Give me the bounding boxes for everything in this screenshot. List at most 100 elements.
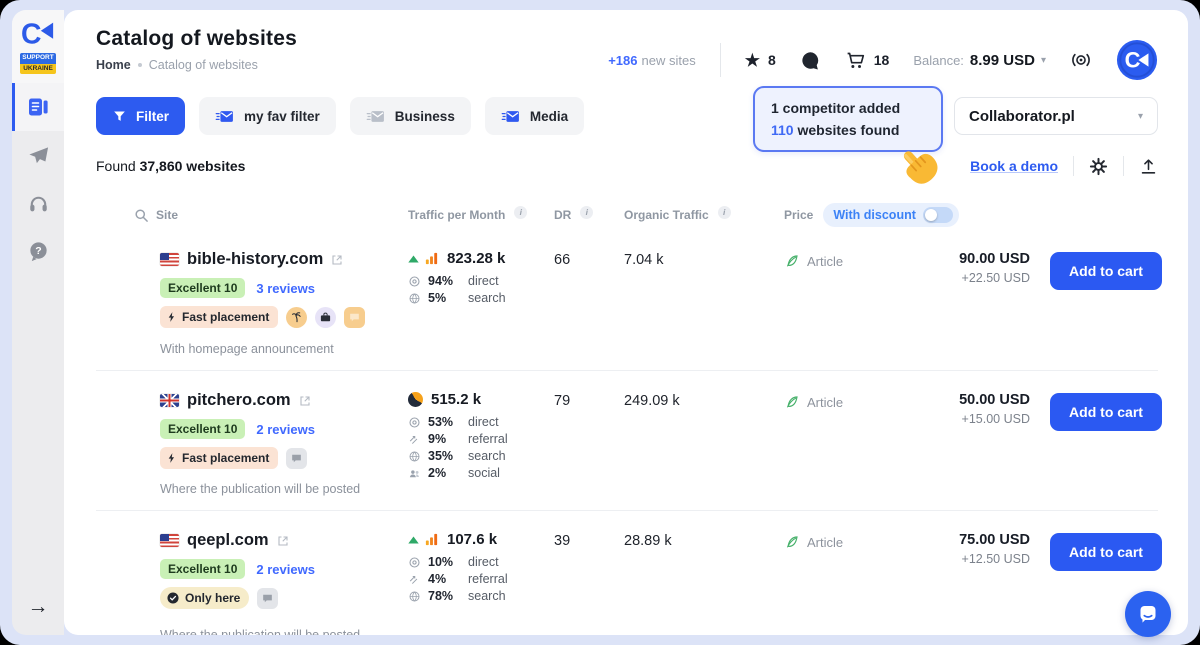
channel-pct: 53% (428, 415, 461, 429)
settings-button[interactable] (1089, 157, 1108, 176)
sidebar-item-catalog[interactable] (12, 83, 64, 131)
add-to-cart-button[interactable]: Add to cart (1050, 393, 1162, 431)
column-header-dr[interactable]: DR (554, 208, 571, 222)
sidebar-item-help[interactable]: ? (12, 227, 64, 275)
sidebar: C SUPPORTUKRAINE (12, 10, 64, 635)
content-type-label: Article (807, 535, 843, 550)
info-icon[interactable]: i (514, 206, 527, 219)
reviews-link[interactable]: 3 reviews (256, 281, 315, 296)
add-to-cart-button[interactable]: Add to cart (1050, 533, 1162, 571)
direct-channel-icon (408, 556, 421, 569)
export-button[interactable] (1139, 157, 1158, 176)
cart-button[interactable]: 18 (845, 50, 890, 71)
palm-tree-icon[interactable] (286, 307, 307, 328)
gb-flag-icon (160, 394, 179, 407)
intercom-chat-button[interactable] (1125, 591, 1171, 637)
sidebar-logo-block[interactable]: C SUPPORTUKRAINE (12, 10, 64, 83)
traffic-cell: 823.28 k 94% direct (408, 250, 554, 305)
site-cell: pitchero.com Excellent 10 2 reviews (160, 391, 408, 469)
channel-label: direct (468, 555, 499, 569)
rating-badge: Excellent 10 (160, 419, 245, 439)
reviews-link[interactable]: 2 reviews (256, 562, 315, 577)
toolbar-divider (1123, 156, 1124, 176)
pointing-hand-icon (894, 143, 946, 197)
search-channel-icon (408, 292, 421, 305)
project-select[interactable]: Collaborator.pl ▾ (954, 97, 1158, 135)
my-fav-filter-button[interactable]: my fav filter (199, 97, 336, 135)
comment-icon[interactable] (286, 448, 307, 469)
gear-icon (1089, 157, 1108, 176)
briefcase-icon[interactable] (315, 307, 336, 328)
content-type-label: Article (807, 254, 843, 269)
breadcrumb-home[interactable]: Home (96, 58, 131, 72)
funnel-icon (112, 109, 127, 124)
channel-pct: 2% (428, 466, 461, 480)
table-row: qeepl.com Excellent 10 2 reviews (96, 510, 1158, 635)
comment-icon[interactable] (257, 588, 278, 609)
column-header-price[interactable]: Price (784, 208, 813, 222)
column-header-organic[interactable]: Organic Traffic (624, 208, 709, 222)
comment-icon[interactable] (344, 307, 365, 328)
reviews-link[interactable]: 2 reviews (256, 422, 315, 437)
social-channel-icon (408, 467, 421, 480)
toggle-icon[interactable] (923, 207, 953, 223)
content-type-cell: Article (784, 391, 888, 410)
site-domain[interactable]: pitchero.com (187, 391, 291, 410)
favorites-button[interactable]: ★ 8 (745, 52, 776, 69)
mail-filter-icon (501, 108, 521, 125)
whats-new-button[interactable] (1070, 49, 1092, 71)
site-domain[interactable]: bible-history.com (187, 250, 323, 269)
media-filter-button[interactable]: Media (485, 97, 584, 135)
with-discount-toggle[interactable]: With discount (823, 203, 959, 227)
site-note: With homepage announcement (160, 342, 334, 356)
page-title: Catalog of websites (96, 27, 297, 51)
external-link-icon[interactable] (331, 254, 343, 266)
traffic-value: 823.28 k (447, 250, 505, 267)
filter-button[interactable]: Filter (96, 97, 185, 135)
price-discount: +15.00 USD (888, 412, 1030, 426)
table-row: pitchero.com Excellent 10 2 reviews (96, 370, 1158, 510)
external-link-icon[interactable] (299, 395, 311, 407)
results-toolbar: Found 37,860 websites Book a demo (96, 156, 1158, 176)
sidebar-item-support[interactable] (12, 179, 64, 227)
svg-text:C: C (1125, 48, 1141, 73)
business-filter-button[interactable]: Business (350, 97, 471, 135)
book-demo-link[interactable]: Book a demo (970, 158, 1058, 174)
balance-label: Balance: (913, 53, 964, 68)
dr-cell: 66 (554, 250, 624, 268)
main-card: Catalog of websites Home Catalog of webs… (64, 10, 1188, 635)
external-link-icon[interactable] (277, 535, 289, 547)
column-header-traffic[interactable]: Traffic per Month (408, 208, 505, 222)
balance-value: 8.99 USD (970, 52, 1035, 69)
intercom-chat-icon (1136, 602, 1160, 626)
analytics-bars-icon (424, 532, 439, 547)
feather-icon (784, 394, 800, 410)
feather-icon (784, 534, 800, 550)
traffic-cell: 107.6 k 10% direct (408, 531, 554, 603)
cart-icon (845, 50, 866, 71)
sidebar-item-send[interactable] (12, 131, 64, 179)
referral-channel-icon (408, 433, 421, 446)
chevron-down-icon: ▾ (1138, 111, 1143, 122)
info-icon[interactable]: i (718, 206, 731, 219)
info-icon[interactable]: i (580, 206, 593, 219)
channel-pct: 4% (428, 572, 461, 586)
account-logo-button[interactable]: C (1116, 39, 1158, 81)
expand-sidebar-button[interactable]: → (28, 595, 49, 619)
add-to-cart-button[interactable]: Add to cart (1050, 252, 1162, 290)
channel-label: social (468, 466, 500, 480)
price-cell: 90.00 USD +22.50 USD (888, 250, 1030, 285)
search-icon[interactable] (134, 208, 149, 223)
column-header-site[interactable]: Site (156, 208, 178, 222)
upload-icon (1139, 157, 1158, 176)
balance-menu[interactable]: Balance: 8.99 USD ▾ (913, 52, 1046, 69)
found-count: Found 37,860 websites (96, 158, 245, 174)
price-discount: +12.50 USD (888, 552, 1030, 566)
site-domain[interactable]: qeepl.com (187, 531, 269, 550)
channel-label: referral (468, 572, 508, 586)
messages-button[interactable] (800, 50, 821, 71)
price-discount: +22.50 USD (888, 271, 1030, 285)
expand-arrow-icon: → (28, 595, 49, 618)
new-sites-counter[interactable]: +186new sites (608, 53, 696, 68)
breadcrumb: Home Catalog of websites (96, 58, 297, 72)
